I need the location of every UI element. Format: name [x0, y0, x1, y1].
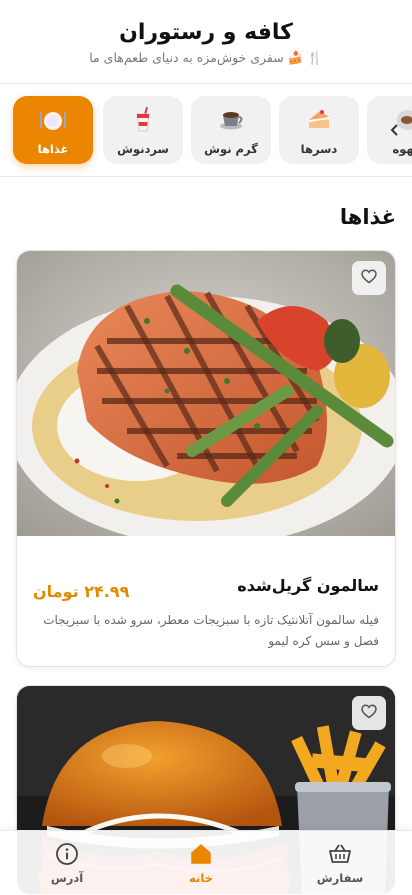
nav-label: آدرس	[50, 871, 84, 885]
category-hot-drinks[interactable]: گرم نوش	[191, 96, 271, 164]
coffee-cup-icon	[191, 106, 271, 134]
page-subtitle: 🍴 🍰 سفری خوش‌مزه به دنیای طعم‌های ما	[89, 50, 323, 65]
cake-icon	[279, 106, 359, 134]
chevron-left-icon[interactable]	[387, 120, 403, 140]
category-bar[interactable]: قهوه دسرها گرم نوش	[0, 84, 412, 177]
nav-label: خانه	[189, 871, 213, 885]
home-icon	[151, 841, 251, 867]
product-name: سالمون گریل‌شده	[237, 576, 379, 595]
bottom-navigation: آدرس خانه سفارش	[0, 830, 412, 895]
category-label: غذاها	[37, 142, 69, 156]
category-foods[interactable]: غذاها	[13, 96, 93, 164]
nav-home[interactable]: خانه	[151, 841, 251, 885]
product-description: فیله سالمون آتلانتیک تازه با سبزیجات معط…	[43, 613, 379, 648]
product-price: ۲۴.۹۹ تومان	[33, 582, 130, 601]
cold-drink-icon	[103, 106, 183, 134]
plate-icon	[13, 106, 93, 134]
category-label: گرم نوش	[204, 142, 258, 156]
app-header: کافه و رستوران 🍴 🍰 سفری خوش‌مزه به دنیای…	[0, 0, 412, 84]
section-title: غذاها	[339, 205, 396, 229]
nav-address[interactable]: آدرس	[17, 841, 117, 885]
favorite-button[interactable]	[352, 261, 386, 295]
page-title: کافه و رستوران	[119, 20, 293, 45]
category-label: قهوه	[392, 142, 412, 156]
heart-icon	[361, 704, 377, 723]
category-label: سردنوش	[117, 142, 169, 156]
category-desserts[interactable]: دسرها	[279, 96, 359, 164]
nav-label: سفارش	[316, 871, 364, 885]
category-cold-drinks[interactable]: سردنوش	[103, 96, 183, 164]
heart-icon	[361, 269, 377, 288]
info-icon	[17, 841, 117, 867]
basket-icon	[290, 841, 390, 867]
favorite-button[interactable]	[352, 696, 386, 730]
nav-orders[interactable]: سفارش	[290, 841, 390, 885]
category-label: دسرها	[300, 142, 338, 156]
product-image	[17, 251, 395, 536]
product-card[interactable]: سالمون گریل‌شده ۲۴.۹۹ تومان فیله سالمون …	[16, 250, 396, 667]
